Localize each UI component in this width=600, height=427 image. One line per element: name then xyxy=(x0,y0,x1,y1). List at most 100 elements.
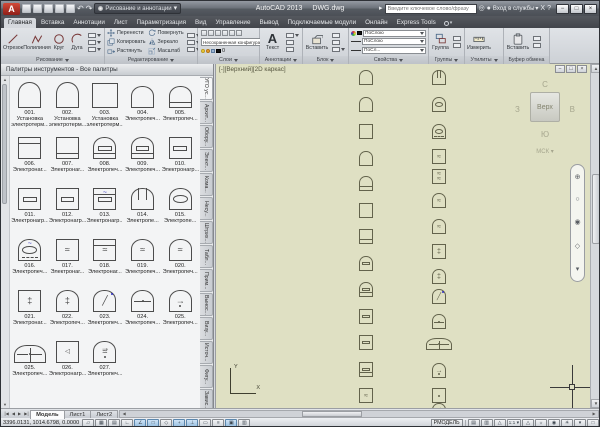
palette-item[interactable]: 025. Электропеч... xyxy=(11,333,49,384)
linetype-dropdown[interactable]: ПоСл... xyxy=(362,47,426,54)
panel-layers-title[interactable]: Слои xyxy=(198,56,259,64)
layer-off-icon[interactable] xyxy=(208,30,214,36)
drawing-block-symbol[interactable]: ≈ xyxy=(432,149,446,164)
scale-tool[interactable]: Масштаб xyxy=(148,47,184,55)
palette-scrollbar[interactable]: ▲ ▼ xyxy=(1,76,10,408)
canvas-scroll-thumb[interactable] xyxy=(592,174,600,244)
dimension-split-button[interactable] xyxy=(286,33,299,38)
drawing-block-symbol[interactable] xyxy=(359,309,373,324)
navigation-bar[interactable]: ⊕○◉◇▾ xyxy=(570,164,585,282)
signin-button[interactable]: Вход в службы ▾ xyxy=(493,5,539,12)
ribbon-tab-Express Tools[interactable]: Express Tools xyxy=(393,18,440,28)
insert-block-tool[interactable]: Вставить xyxy=(305,29,329,55)
toggle-sc[interactable]: ▥ xyxy=(238,419,250,427)
drawing-block-symbol[interactable] xyxy=(359,70,373,85)
scroll-up-icon[interactable]: ▲ xyxy=(1,76,9,83)
palette-tab[interactable]: Штрих... xyxy=(200,221,213,244)
drawing-block-symbol[interactable] xyxy=(359,124,373,139)
layer-bulb-icon[interactable] xyxy=(201,49,205,53)
viewcube-west[interactable]: З xyxy=(515,105,520,114)
navbar-more-icon[interactable]: ▾ xyxy=(576,265,580,273)
palette-tab[interactable]: Несу... xyxy=(200,197,213,220)
move-tool[interactable]: Перенести xyxy=(107,29,146,37)
orbit-icon[interactable]: ◇ xyxy=(575,242,580,250)
performance-button[interactable]: ☀ xyxy=(561,419,573,427)
palette-item[interactable]: 003. Установка электротерм... xyxy=(86,78,124,129)
palette-item[interactable]: ~013. Электронагр... xyxy=(86,180,124,231)
palette-tab[interactable]: Табл... xyxy=(200,245,213,268)
measure-tool[interactable]: Измерить xyxy=(467,29,491,55)
palette-tab[interactable]: Архит... xyxy=(200,101,213,124)
drawing-canvas[interactable]: [-][Верхний][2D каркас] − □ × С З В Верх… xyxy=(215,64,600,408)
ribbon-tab-Лист[interactable]: Лист xyxy=(110,18,132,28)
quick-view-layouts-button[interactable]: ▤ xyxy=(468,419,480,427)
pan-icon[interactable]: ○ xyxy=(575,196,579,203)
toggle-osnap-3d[interactable]: ◇ xyxy=(160,419,172,427)
first-layout-button[interactable]: |◀ xyxy=(3,411,10,416)
palette-item[interactable]: 012. Электронагр... xyxy=(49,180,87,231)
panel-clipboard-title[interactable]: Буфер обмена xyxy=(504,56,549,64)
palette-item[interactable]: 007. Электронаг... xyxy=(49,129,87,180)
line-tool[interactable]: Отрезок xyxy=(3,29,23,55)
drawing-block-symbol[interactable] xyxy=(359,335,373,350)
doc-close-button[interactable]: × xyxy=(577,65,587,73)
annotation-scale-button[interactable]: 1:1 ▾ xyxy=(507,419,521,427)
paste-tool[interactable]: Вставить xyxy=(506,29,530,55)
ribbon-tab-Аннотации[interactable]: Аннотации xyxy=(69,18,108,28)
redo-icon[interactable]: ↷ xyxy=(86,5,93,13)
viewcube[interactable]: С З В Верх Ю МСК ▾ xyxy=(513,80,577,184)
palette-item[interactable]: ≈020. Электропеч... xyxy=(161,231,199,282)
canvas-horizontal-scrollbar[interactable]: ◀ ▶ xyxy=(119,410,599,418)
palette-item[interactable]: ◁026. Электронагр... xyxy=(49,333,87,384)
toggle-ducs[interactable]: ⊥ xyxy=(186,419,198,427)
toggle-polar[interactable]: ∠ xyxy=(134,419,146,427)
drawing-block-symbol[interactable]: ≈ xyxy=(432,193,446,208)
toggle-qp[interactable]: ▣ xyxy=(225,419,237,427)
stretch-tool[interactable]: Растянуть xyxy=(107,47,146,55)
palette-item[interactable]: 011. Электронагр... xyxy=(11,180,49,231)
scroll-up-icon[interactable]: ▲ xyxy=(591,64,600,73)
viewport-controls[interactable]: [-][Верхний][2D каркас] xyxy=(219,66,286,73)
toggle-infer[interactable]: ▱ xyxy=(82,419,94,427)
drawing-block-symbol[interactable]: ‡ xyxy=(432,244,446,259)
drawing-block-symbol[interactable] xyxy=(359,362,373,377)
mirror-tool[interactable]: Зеркало xyxy=(148,38,184,46)
undo-icon[interactable]: ↶ xyxy=(77,5,84,13)
exchange-apps-icon[interactable]: X xyxy=(540,5,545,12)
palette-item[interactable]: 009. Электропеч... xyxy=(124,129,162,180)
rectangle-split-button[interactable] xyxy=(88,33,101,38)
ribbon-tab-Вставка[interactable]: Вставка xyxy=(37,18,68,28)
layer-lock-icon[interactable] xyxy=(229,30,235,36)
layer-properties-icon[interactable] xyxy=(201,30,207,36)
palette-item[interactable]: ‡021. Электронаг... xyxy=(11,282,49,333)
ellipse-split-button[interactable] xyxy=(88,40,101,45)
plot-icon[interactable] xyxy=(66,4,75,13)
doc-minimize-button[interactable]: − xyxy=(555,65,565,73)
hscroll-thumb[interactable] xyxy=(302,411,362,417)
scroll-down-icon[interactable]: ▼ xyxy=(1,401,9,408)
new-file-icon[interactable] xyxy=(22,4,31,13)
toggle-osnap[interactable]: □ xyxy=(147,419,159,427)
palette-item[interactable]: 010. Электронагр... xyxy=(161,129,199,180)
block-attrs-button[interactable] xyxy=(332,47,345,52)
palette-item[interactable]: →≈027. Электропеч... xyxy=(86,333,124,384)
palette-title-bar[interactable]: Палитры инструментов - Все палитры xyxy=(1,64,213,76)
palette-item[interactable]: 014. Электропе... xyxy=(124,180,162,231)
ribbon-tab-Главная[interactable]: Главная xyxy=(4,18,36,28)
viewcube-north[interactable]: С xyxy=(513,80,577,89)
leader-split-button[interactable] xyxy=(286,40,299,45)
palette-tab[interactable]: Вынос... xyxy=(200,293,213,316)
help-icon[interactable]: ? xyxy=(547,5,551,12)
layer-sun-icon[interactable] xyxy=(206,49,210,53)
last-layout-button[interactable]: ▶| xyxy=(23,411,30,416)
palette-item[interactable]: 001. Установка электротерм... xyxy=(11,78,49,129)
drawing-block-symbol[interactable] xyxy=(359,256,373,271)
palette-item[interactable]: 004. Электропеч... xyxy=(124,78,162,129)
palette-tab[interactable]: Кома... xyxy=(200,173,213,196)
workspace-dropdown[interactable]: Рисование и аннотации ▾ xyxy=(94,3,181,14)
autocad-logo-icon[interactable]: A xyxy=(3,3,20,15)
palette-item[interactable]: ≈019. Электропеч... xyxy=(124,231,162,282)
zoom-icon[interactable]: ◉ xyxy=(574,218,580,226)
polyline-tool[interactable]: Полилиния xyxy=(25,29,49,55)
toggle-otrack[interactable]: + xyxy=(173,419,185,427)
